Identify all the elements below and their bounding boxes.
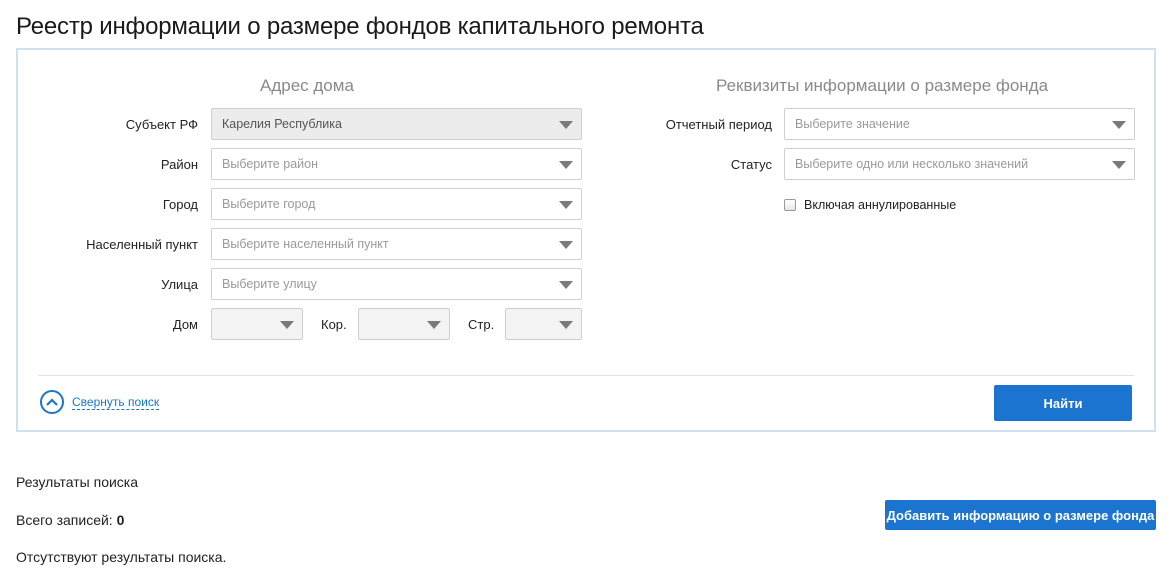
locality-placeholder: Выберите населенный пункт <box>222 237 389 251</box>
find-button[interactable]: Найти <box>994 385 1132 421</box>
include-cancelled-row[interactable]: Включая аннулированные <box>784 198 956 212</box>
requisites-section-title: Реквизиты информации о размере фонда <box>716 76 1049 95</box>
chevron-down-icon <box>1112 161 1126 169</box>
building-label: Стр. <box>468 317 495 332</box>
chevron-up-circle-icon[interactable] <box>40 390 64 414</box>
city-select[interactable]: Выберите город <box>211 188 582 220</box>
district-select[interactable]: Выберите район <box>211 148 582 180</box>
total-records: Всего записей: 0 <box>16 512 124 528</box>
chevron-down-icon <box>1112 121 1126 129</box>
status-placeholder: Выберите одно или несколько значений <box>795 157 1029 171</box>
chevron-down-icon <box>559 201 573 209</box>
street-select[interactable]: Выберите улицу <box>211 268 582 300</box>
subject-select: Карелия Республика <box>211 108 582 140</box>
chevron-down-icon <box>559 281 573 289</box>
house-select[interactable] <box>211 308 303 340</box>
search-panel: Адрес дома Реквизиты информации о размер… <box>16 48 1156 432</box>
chevron-down-icon <box>427 321 441 329</box>
subject-label: Субъект РФ <box>125 117 198 132</box>
divider <box>38 375 1134 376</box>
period-select[interactable]: Выберите значение <box>784 108 1135 140</box>
chevron-down-icon <box>559 321 573 329</box>
include-cancelled-checkbox[interactable] <box>784 199 796 211</box>
address-section-title: Адрес дома <box>260 76 354 95</box>
street-placeholder: Выберите улицу <box>222 277 317 291</box>
city-placeholder: Выберите город <box>222 197 316 211</box>
page-title: Реестр информации о размере фондов капит… <box>16 13 704 40</box>
period-placeholder: Выберите значение <box>795 117 910 131</box>
house-label: Дом <box>172 317 198 332</box>
status-label: Статус <box>730 157 772 172</box>
chevron-down-icon <box>280 321 294 329</box>
total-count: 0 <box>116 512 125 528</box>
include-cancelled-label: Включая аннулированные <box>804 198 957 212</box>
add-fund-info-button[interactable]: Добавить информацию о размере фонда <box>885 500 1156 530</box>
total-label: Всего записей: <box>16 512 117 528</box>
collapse-search-link[interactable]: Свернуть поиск <box>40 390 160 414</box>
subject-value: Карелия Республика <box>222 117 342 131</box>
building-select[interactable] <box>505 308 582 340</box>
street-label: Улица <box>161 277 198 292</box>
results-title: Результаты поиска <box>16 474 139 490</box>
locality-select[interactable]: Выберите населенный пункт <box>211 228 582 260</box>
period-label: Отчетный период <box>665 117 772 132</box>
korpus-select[interactable] <box>358 308 450 340</box>
collapse-search-label[interactable]: Свернуть поиск <box>72 395 160 410</box>
chevron-down-icon <box>559 161 573 169</box>
empty-results-message: Отсутствуют результаты поиска. <box>16 549 227 565</box>
locality-label: Населенный пункт <box>86 237 198 252</box>
district-label: Район <box>160 157 198 172</box>
korpus-label: Кор. <box>321 317 347 332</box>
city-label: Город <box>162 197 198 212</box>
district-placeholder: Выберите район <box>222 157 318 171</box>
chevron-down-icon <box>559 121 573 129</box>
chevron-down-icon <box>559 241 573 249</box>
status-select[interactable]: Выберите одно или несколько значений <box>784 148 1135 180</box>
